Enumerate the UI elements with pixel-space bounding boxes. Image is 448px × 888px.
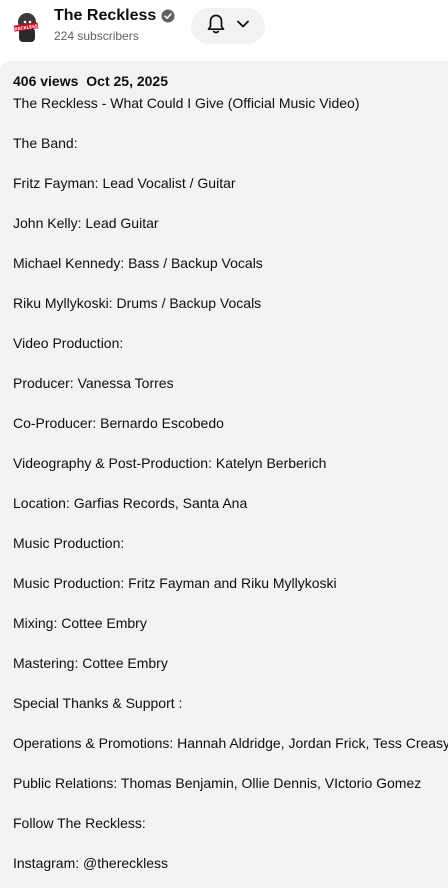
description-line: Fritz Fayman: Lead Vocalist / Guitar [13,175,236,191]
description-blank-line [13,633,448,653]
publish-date: Oct 25, 2025 [86,73,169,89]
description-line: Music Production: Fritz Fayman and Riku … [13,575,337,591]
description-blank-line [13,513,448,533]
description-line: Video Production: [13,335,124,351]
description-blank-line [13,553,448,573]
description-blank-line [13,193,448,213]
description-blank-line [13,353,448,373]
description-blank-line [13,113,448,133]
description-blank-line [13,713,448,733]
description-blank-line [13,433,448,453]
description-line: John Kelly: Lead Guitar [13,215,159,231]
avatar-logo-image: RECKLESS [6,6,46,46]
description-blank-line [13,753,448,773]
description-blank-line [13,833,448,853]
channel-avatar[interactable]: RECKLESS [6,6,46,46]
description-blank-line [13,393,448,413]
description-line: Michael Kennedy: Bass / Backup Vocals [13,255,263,271]
description-line: Producer: Vanessa Torres [13,375,174,391]
description-line: The Reckless - What Could I Give (Offici… [13,95,360,111]
description-blank-line [13,233,448,253]
description-line: Co-Producer: Bernardo Escobedo [13,415,224,431]
description-text: The Reckless - What Could I Give (Offici… [13,93,448,873]
description-blank-line [13,593,448,613]
description-line: Videography & Post-Production: Katelyn B… [13,455,327,471]
description-blank-line [13,673,448,693]
description-blank-line [13,473,448,493]
verified-check-icon [161,9,175,23]
description-panel[interactable]: 406 views Oct 25, 2025 The Reckless - Wh… [0,61,448,888]
description-line: Riku Myllykoski: Drums / Backup Vocals [13,295,262,311]
description-line: Mixing: Cottee Embry [13,615,147,631]
description-line: Operations & Promotions: Hannah Aldridge… [13,735,448,751]
description-line: Public Relations: Thomas Benjamin, Ollie… [13,775,422,791]
description-line: Mastering: Cottee Embry [13,655,168,671]
video-meta: 406 views Oct 25, 2025 [13,73,168,89]
description-line: Instagram: @thereckless [13,855,169,871]
description-line: The Band: [13,135,78,151]
video-description-page: RECKLESS The Reckless 224 subscribers 40… [0,0,448,888]
view-count: 406 views [13,73,79,89]
description-blank-line [13,153,448,173]
channel-header: RECKLESS The Reckless 224 subscribers [0,0,448,58]
description-line: Special Thanks & Support : [13,695,183,711]
channel-name[interactable]: The Reckless [54,7,156,25]
channel-name-row: The Reckless [54,7,175,25]
description-line: Follow The Reckless: [13,815,146,831]
notification-subscribe-button[interactable] [191,8,265,44]
bell-icon [204,12,228,41]
description-blank-line [13,313,448,333]
description-line: Location: Garfias Records, Santa Ana [13,495,248,511]
chevron-down-icon [234,15,252,38]
subscriber-count: 224 subscribers [54,29,139,43]
description-blank-line [13,793,448,813]
description-line: Music Production: [13,535,125,551]
description-blank-line [13,273,448,293]
